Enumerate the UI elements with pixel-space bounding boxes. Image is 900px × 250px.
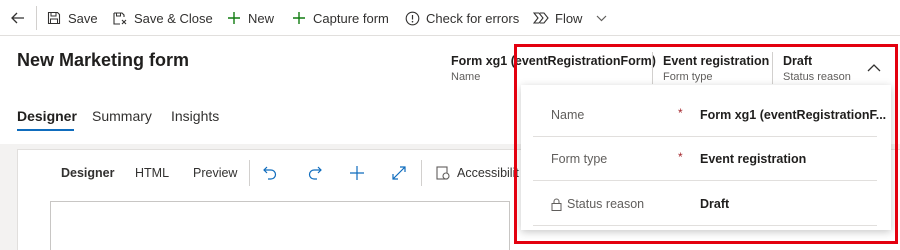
tab-designer[interactable]: Designer — [17, 108, 77, 124]
capture-form-button[interactable]: Capture form — [291, 0, 389, 36]
tab-insights[interactable]: Insights — [171, 108, 219, 124]
save-label: Save — [68, 10, 98, 26]
accessibility-icon — [436, 166, 450, 180]
flow-button[interactable]: Flow — [533, 0, 607, 36]
designer-view-button[interactable]: Designer — [61, 166, 115, 180]
check-errors-label: Check for errors — [426, 10, 520, 26]
plus-icon — [291, 10, 307, 26]
save-close-label: Save & Close — [134, 10, 213, 26]
add-icon[interactable] — [349, 165, 365, 181]
check-errors-button[interactable]: Check for errors — [404, 0, 519, 36]
redo-icon[interactable] — [307, 165, 323, 181]
divider — [421, 160, 422, 186]
divider — [36, 6, 37, 30]
back-button[interactable] — [8, 0, 28, 36]
new-label: New — [248, 10, 275, 26]
plus-icon — [226, 10, 242, 26]
save-close-icon — [112, 10, 128, 26]
tab-summary[interactable]: Summary — [92, 108, 152, 124]
info-circle-icon — [404, 10, 420, 26]
preview-button[interactable]: Preview — [193, 166, 237, 180]
active-tab-indicator — [17, 129, 74, 131]
undo-icon[interactable] — [262, 165, 278, 181]
chevron-down-icon — [597, 15, 607, 21]
expand-icon[interactable] — [391, 165, 407, 181]
design-canvas[interactable] — [50, 201, 510, 250]
save-button[interactable]: Save — [46, 0, 98, 36]
html-view-button[interactable]: HTML — [135, 166, 169, 180]
new-button[interactable]: New — [226, 0, 274, 36]
highlight-box — [514, 44, 898, 244]
save-icon — [46, 10, 62, 26]
flow-icon — [533, 10, 549, 26]
back-arrow-icon — [11, 12, 24, 24]
capture-form-label: Capture form — [313, 10, 389, 26]
command-bar: Save Save & Close New Capture form Check… — [0, 0, 900, 36]
accessibility-button[interactable]: Accessibilit — [457, 166, 519, 180]
divider — [249, 160, 250, 186]
page-title: New Marketing form — [17, 50, 190, 70]
save-close-button[interactable]: Save & Close — [112, 0, 213, 36]
flow-label: Flow — [555, 10, 583, 26]
